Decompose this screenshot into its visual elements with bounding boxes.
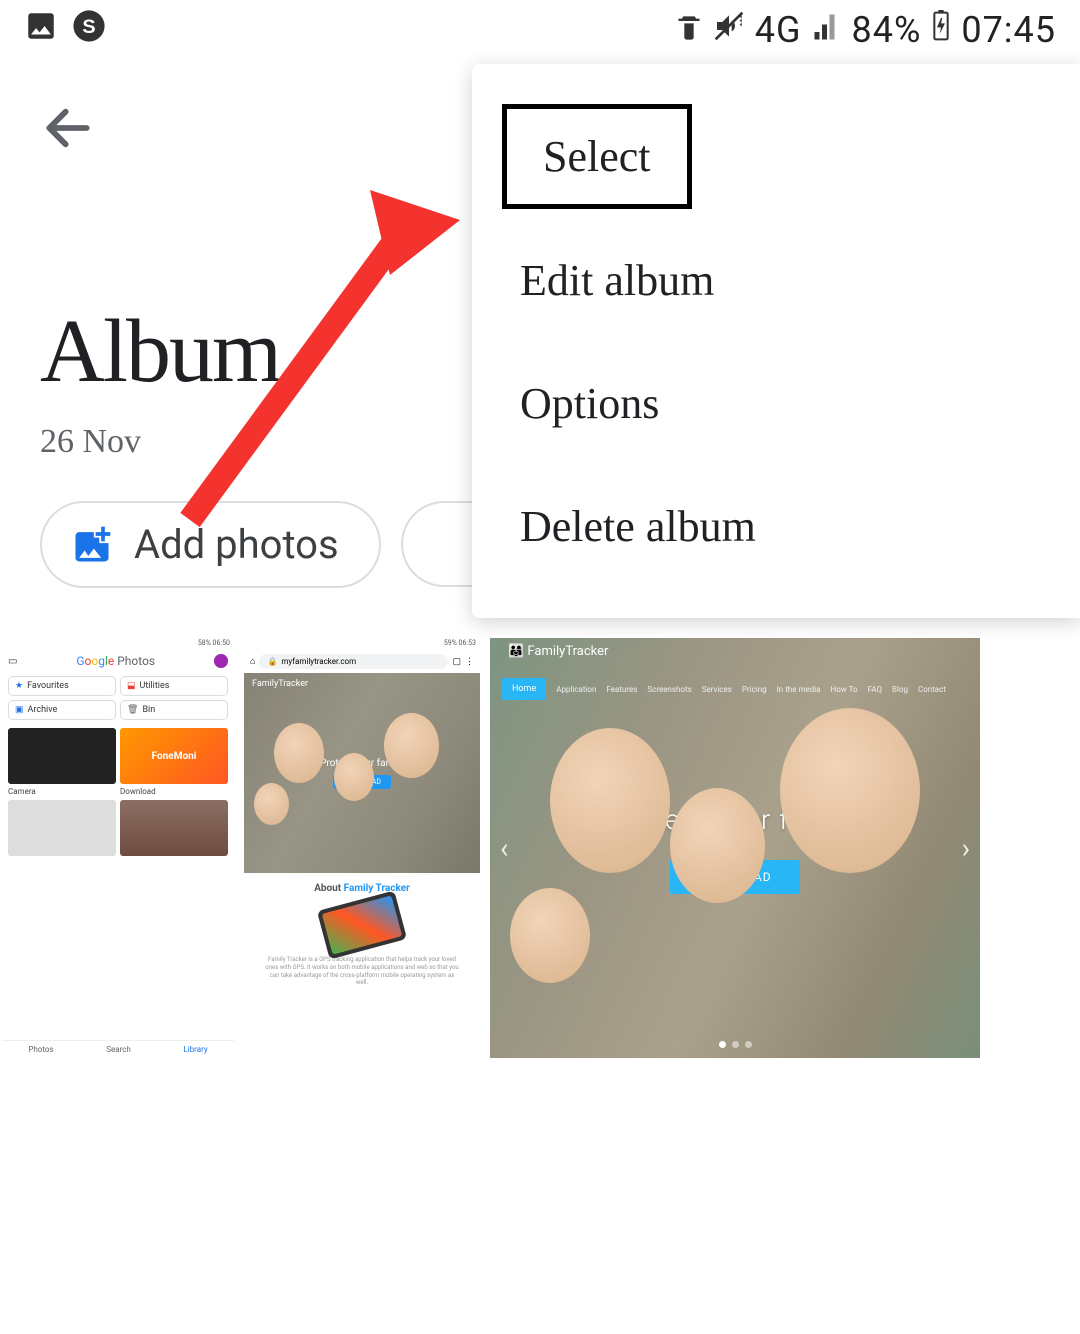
thumb1-status: 58% 06:50	[2, 638, 234, 650]
chip-utilities: ⬓Utilities	[120, 676, 228, 696]
carousel-next-icon: ›	[962, 832, 970, 865]
add-photos-label: Add photos	[134, 521, 339, 568]
thumb2-urlbar: ⌂ 🔒myfamilytracker.com ▢ ⋮	[244, 650, 480, 673]
add-photos-button[interactable]: Add photos	[40, 501, 381, 588]
phone-illustration	[317, 890, 407, 959]
google-photos-logo: Google Photos	[76, 654, 155, 668]
clock: 07:45	[961, 9, 1056, 51]
chip-favourites: ★Favourites	[8, 676, 116, 696]
avatar-icon	[214, 654, 228, 668]
status-left-icons: S	[24, 9, 106, 52]
photo-thumbnail-3[interactable]: 👨‍👩‍👧 FamilyTracker Home Application Fea…	[490, 638, 980, 1058]
thumb-sq-2	[120, 800, 228, 856]
battery-charging-icon	[931, 9, 951, 51]
chip-bin: 🗑Bin	[120, 700, 228, 720]
thumb3-nav: Home Application Features Screenshots Se…	[490, 670, 980, 708]
menu-item-options[interactable]: Options	[472, 342, 1080, 465]
back-button[interactable]	[40, 100, 100, 160]
photo-grid: 58% 06:50 ▭ Google Photos ★Favourites ⬓U…	[0, 638, 1080, 1058]
svg-text:S: S	[82, 16, 95, 38]
chip-archive: ▣Archive	[8, 700, 116, 720]
network-type: 4G	[755, 9, 802, 51]
more-icon: ⋮	[465, 657, 474, 667]
gallery-icon	[24, 9, 58, 52]
thumb1-bottom-nav: Photos Search Library	[2, 1040, 234, 1058]
menu-item-delete-album[interactable]: Delete album	[472, 465, 1080, 588]
hamburger-icon: ▭	[8, 656, 17, 667]
photo-thumbnail-2[interactable]: 59% 06:53 ⌂ 🔒myfamilytracker.com ▢ ⋮ Fam…	[244, 638, 480, 1058]
carousel-dots	[719, 1041, 752, 1048]
album-download: FoneMoni	[120, 728, 228, 784]
skype-icon: S	[72, 9, 106, 52]
carousel-prev-icon: ‹	[500, 832, 508, 865]
home-icon: ⌂	[250, 656, 255, 667]
battery-percent: 84%	[852, 9, 922, 51]
menu-item-edit-album[interactable]: Edit album	[472, 219, 1080, 342]
thumb2-status: 59% 06:53	[244, 638, 480, 650]
vibrate-icon	[713, 9, 745, 51]
thumb2-hero: FamilyTracker Protect your family DOWNLO…	[244, 673, 480, 873]
thumb-sq-1	[8, 800, 116, 856]
signal-icon	[812, 9, 842, 51]
tabs-icon: ▢	[452, 657, 461, 667]
album-camera	[8, 728, 116, 784]
overflow-menu: Select Edit album Options Delete album	[472, 64, 1080, 618]
lock-icon: 🔒	[267, 657, 277, 666]
thumb3-brand: 👨‍👩‍👧 FamilyTracker	[508, 644, 608, 659]
photo-thumbnail-1[interactable]: 58% 06:50 ▭ Google Photos ★Favourites ⬓U…	[2, 638, 234, 1058]
status-bar: S 4G 84% 07:45	[0, 0, 1080, 60]
status-right: 4G 84% 07:45	[675, 9, 1056, 51]
recycle-icon	[675, 9, 703, 51]
menu-item-select[interactable]: Select	[502, 104, 692, 209]
thumb2-about: About Family Tracker Family Tracker is a…	[244, 873, 480, 997]
